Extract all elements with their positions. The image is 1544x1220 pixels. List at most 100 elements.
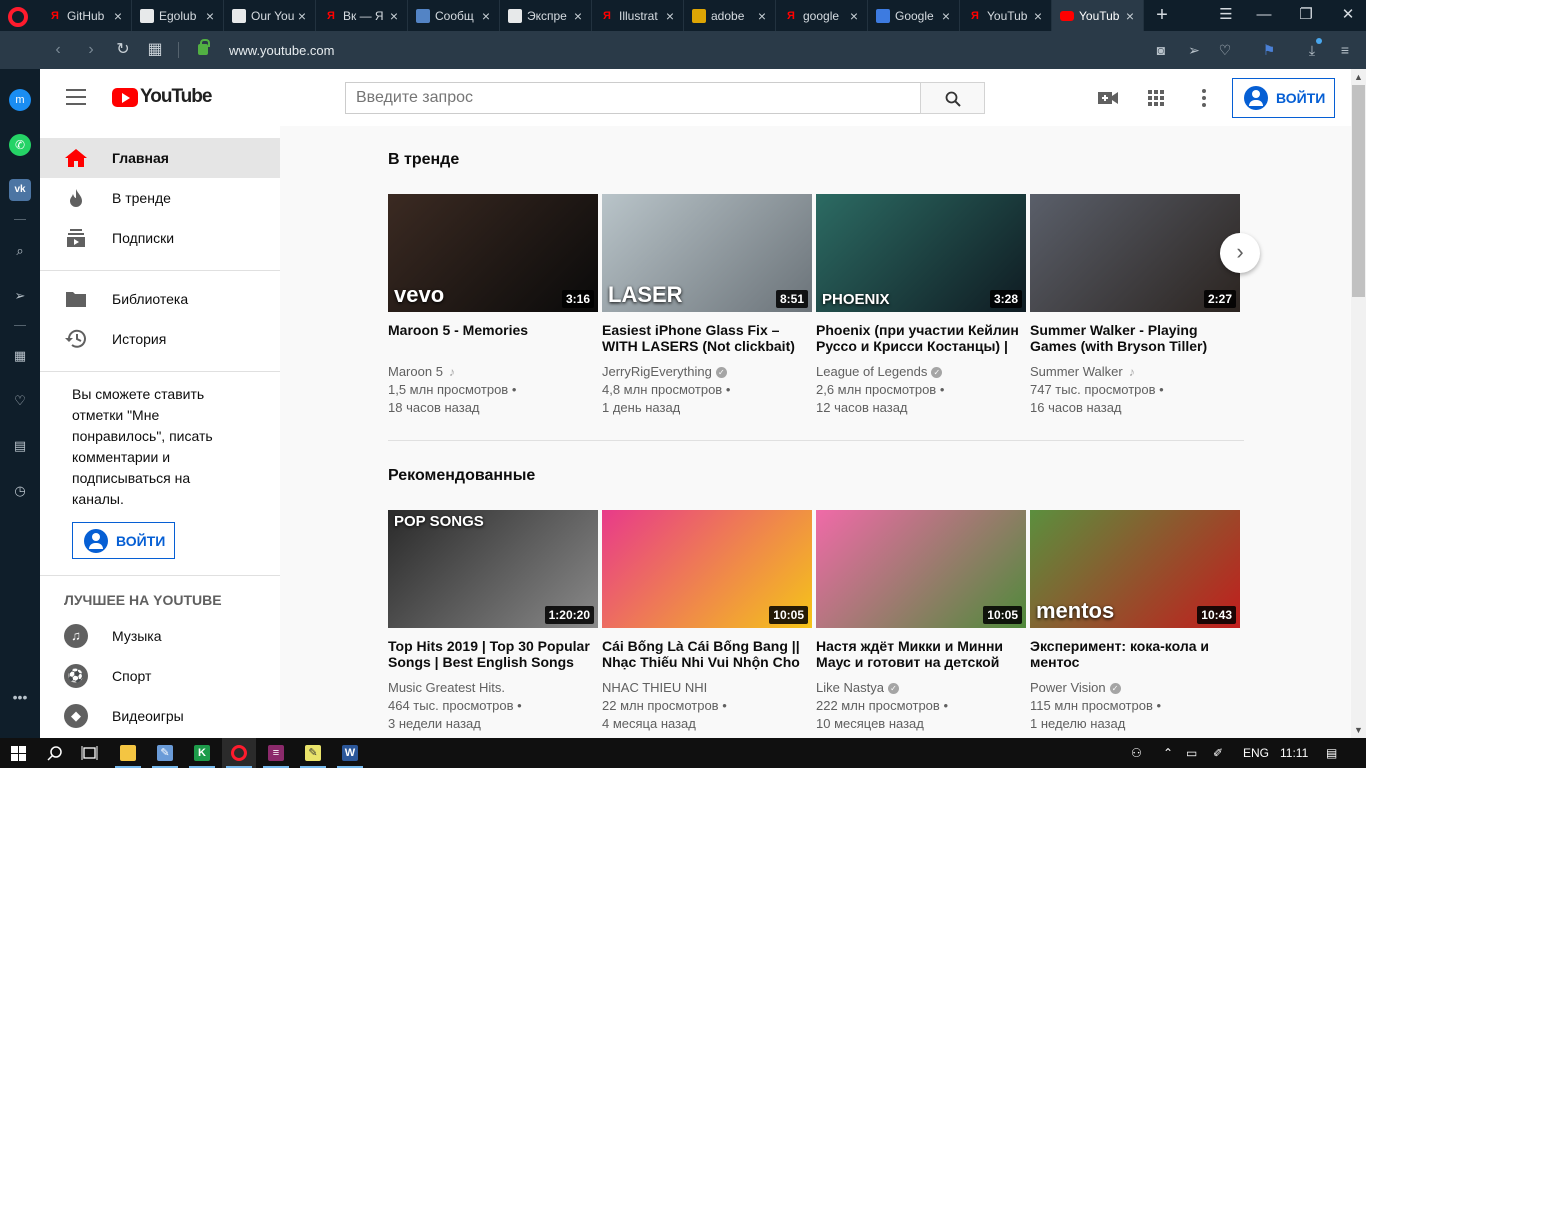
browser-tab[interactable]: adobe × (684, 0, 776, 31)
tab-close-icon[interactable]: × (847, 8, 861, 24)
people-icon[interactable]: ⚇ (1131, 746, 1142, 760)
tab-close-icon[interactable]: × (663, 8, 677, 24)
browser-tab[interactable]: Google × (868, 0, 960, 31)
restore-icon[interactable]: ❐ (1293, 3, 1319, 27)
video-title[interactable]: Maroon 5 - Memories (388, 322, 594, 354)
scroll-up-icon[interactable]: ▲ (1351, 70, 1366, 85)
whatsapp-icon[interactable]: ✆ (9, 134, 31, 156)
tab-close-icon[interactable]: × (203, 8, 217, 24)
guide-item-history[interactable]: История (40, 319, 280, 359)
tab-close-icon[interactable]: × (1031, 8, 1045, 24)
search-button[interactable] (920, 82, 985, 114)
video-card[interactable]: PHOENIX 3:28 Phoenix (при участии Кейлин Р… (816, 194, 1026, 417)
scrollbar-thumb[interactable] (1352, 85, 1365, 297)
flow-icon[interactable]: ⚑ (1259, 40, 1279, 60)
video-card[interactable]: vevo 3:16 Maroon 5 - Memories Maroon 5 ♪ 1,5 … (388, 194, 598, 417)
task-view-icon[interactable] (81, 745, 98, 761)
shelf-next-button[interactable]: › (1220, 233, 1260, 273)
news-icon[interactable]: ▤ (9, 435, 31, 457)
guide-item-music[interactable]: ♫ Музыка (40, 616, 280, 656)
video-title[interactable]: Эксперимент: кока-кола и ментос (1030, 638, 1236, 670)
video-title[interactable]: Phoenix (при участии Кейлин Руссо и Крис… (816, 322, 1022, 354)
video-thumbnail[interactable]: 10:05 (816, 510, 1026, 628)
channel-name[interactable]: NHAC THIEU NHI (602, 680, 707, 695)
pen-icon[interactable]: ✐ (1213, 746, 1223, 760)
tab-close-icon[interactable]: × (111, 8, 125, 24)
guide-item-gaming[interactable]: ◆ Видеоигры (40, 696, 280, 736)
history-icon[interactable]: ◷ (9, 480, 31, 502)
shelf-title-recommended[interactable]: Рекомендованные (388, 467, 535, 485)
video-thumbnail[interactable]: PHOENIX 3:28 (816, 194, 1026, 312)
tab-close-icon[interactable]: × (295, 8, 309, 24)
video-title[interactable]: Easiest iPhone Glass Fix – WITH LASERS (… (602, 322, 808, 354)
taskbar-paint[interactable]: ✎ (148, 738, 182, 768)
browser-tab[interactable]: Яgoogle × (776, 0, 868, 31)
youtube-logo[interactable]: YouTube (112, 86, 212, 108)
windows-start-icon[interactable] (11, 746, 26, 761)
video-thumbnail[interactable]: 2:27 (1030, 194, 1240, 312)
taskbar-explorer[interactable] (111, 738, 145, 768)
channel-name[interactable]: Music Greatest Hits. (388, 680, 505, 695)
taskbar-kaspersky[interactable]: K (185, 738, 219, 768)
heart-icon[interactable]: ♡ (1215, 40, 1235, 60)
speed-dial-icon[interactable]: ▦ (144, 39, 166, 61)
taskbar-search-icon[interactable] (47, 745, 63, 761)
guide-sign-in-button[interactable]: ВОЙТИ (72, 522, 175, 559)
video-card[interactable]: 2:27 Summer Walker - Playing Games (with … (1030, 194, 1240, 417)
easy-setup-icon[interactable]: ≡ (1335, 40, 1355, 60)
language-indicator[interactable]: ENG (1243, 746, 1269, 760)
url-field[interactable]: www.youtube.com (229, 43, 335, 58)
new-tab-button[interactable]: + (1152, 4, 1172, 26)
video-title[interactable]: Настя ждёт Микки и Минни Маус и готовит … (816, 638, 1022, 670)
upload-video-icon[interactable] (1097, 88, 1119, 108)
browser-tab[interactable]: Я Вк — Я × (316, 0, 408, 31)
notifications-icon[interactable]: ▤ (1326, 746, 1337, 760)
guide-item-subscriptions[interactable]: Подписки (40, 218, 280, 258)
guide-item-trending[interactable]: В тренде (40, 178, 280, 218)
menu-icon[interactable] (66, 89, 86, 105)
video-card[interactable]: LASER 8:51 Easiest iPhone Glass Fix – WITH… (602, 194, 812, 417)
browser-tab[interactable]: YouTub × (1052, 0, 1144, 31)
channel-name[interactable]: Like Nastya (816, 680, 884, 695)
guide-item-sport[interactable]: ⚽ Спорт (40, 656, 280, 696)
tab-close-icon[interactable]: × (479, 8, 493, 24)
vk-icon[interactable]: vk (9, 179, 31, 201)
browser-tab[interactable]: Our You × (224, 0, 316, 31)
browser-tab[interactable]: Экспре × (500, 0, 592, 31)
network-icon[interactable]: ▭ (1186, 746, 1197, 760)
minimize-icon[interactable]: — (1251, 3, 1277, 27)
guide-item-home[interactable]: Главная (40, 138, 280, 178)
send-icon[interactable]: ➢ (1184, 40, 1204, 60)
scroll-down-icon[interactable]: ▼ (1351, 723, 1366, 738)
video-thumbnail[interactable]: POP SONGS 1:20:20 (388, 510, 598, 628)
guide-item-library[interactable]: Библиотека (40, 279, 280, 319)
tab-menu-icon[interactable]: ☰ (1213, 3, 1239, 27)
opera-logo-icon[interactable] (8, 7, 28, 27)
video-thumbnail[interactable]: LASER 8:51 (602, 194, 812, 312)
browser-tab[interactable]: Сообщ × (408, 0, 500, 31)
snapshot-icon[interactable]: ◙ (1151, 40, 1171, 60)
lock-icon[interactable] (198, 39, 210, 55)
browser-tab[interactable]: Я Illustrat × (592, 0, 684, 31)
more-icon[interactable]: ••• (9, 686, 31, 708)
video-thumbnail[interactable]: vevo 3:16 (388, 194, 598, 312)
video-card[interactable]: mentos 10:43 Эксперимент: кока-кола и мент… (1030, 510, 1240, 733)
tab-close-icon[interactable]: × (387, 8, 401, 24)
forward-icon[interactable]: › (80, 39, 102, 61)
video-title[interactable]: Summer Walker - Playing Games (with Brys… (1030, 322, 1236, 354)
taskbar-notepad[interactable]: ✎ (296, 738, 330, 768)
video-card[interactable]: POP SONGS 1:20:20 Top Hits 2019 | Top 30 P… (388, 510, 598, 733)
taskbar-word[interactable]: W (333, 738, 367, 768)
browser-tab[interactable]: Я YouTub × (960, 0, 1052, 31)
video-card[interactable]: 10:05 Cái Bống Là Cái Bống Bang || Nhạc T… (602, 510, 812, 733)
channel-name[interactable]: League of Legends (816, 364, 927, 379)
apps-icon[interactable] (1145, 88, 1167, 108)
tab-close-icon[interactable]: × (939, 8, 953, 24)
clock[interactable]: 11:11 (1280, 746, 1308, 760)
taskbar-winrar[interactable]: ≡ (259, 738, 293, 768)
taskbar-opera[interactable] (222, 738, 256, 768)
video-card[interactable]: 10:05 Настя ждёт Микки и Минни Маус и гот… (816, 510, 1026, 733)
tab-close-icon[interactable]: × (1123, 8, 1137, 24)
reload-icon[interactable]: ↻ (112, 39, 134, 61)
browser-tab[interactable]: Egolub × (132, 0, 224, 31)
